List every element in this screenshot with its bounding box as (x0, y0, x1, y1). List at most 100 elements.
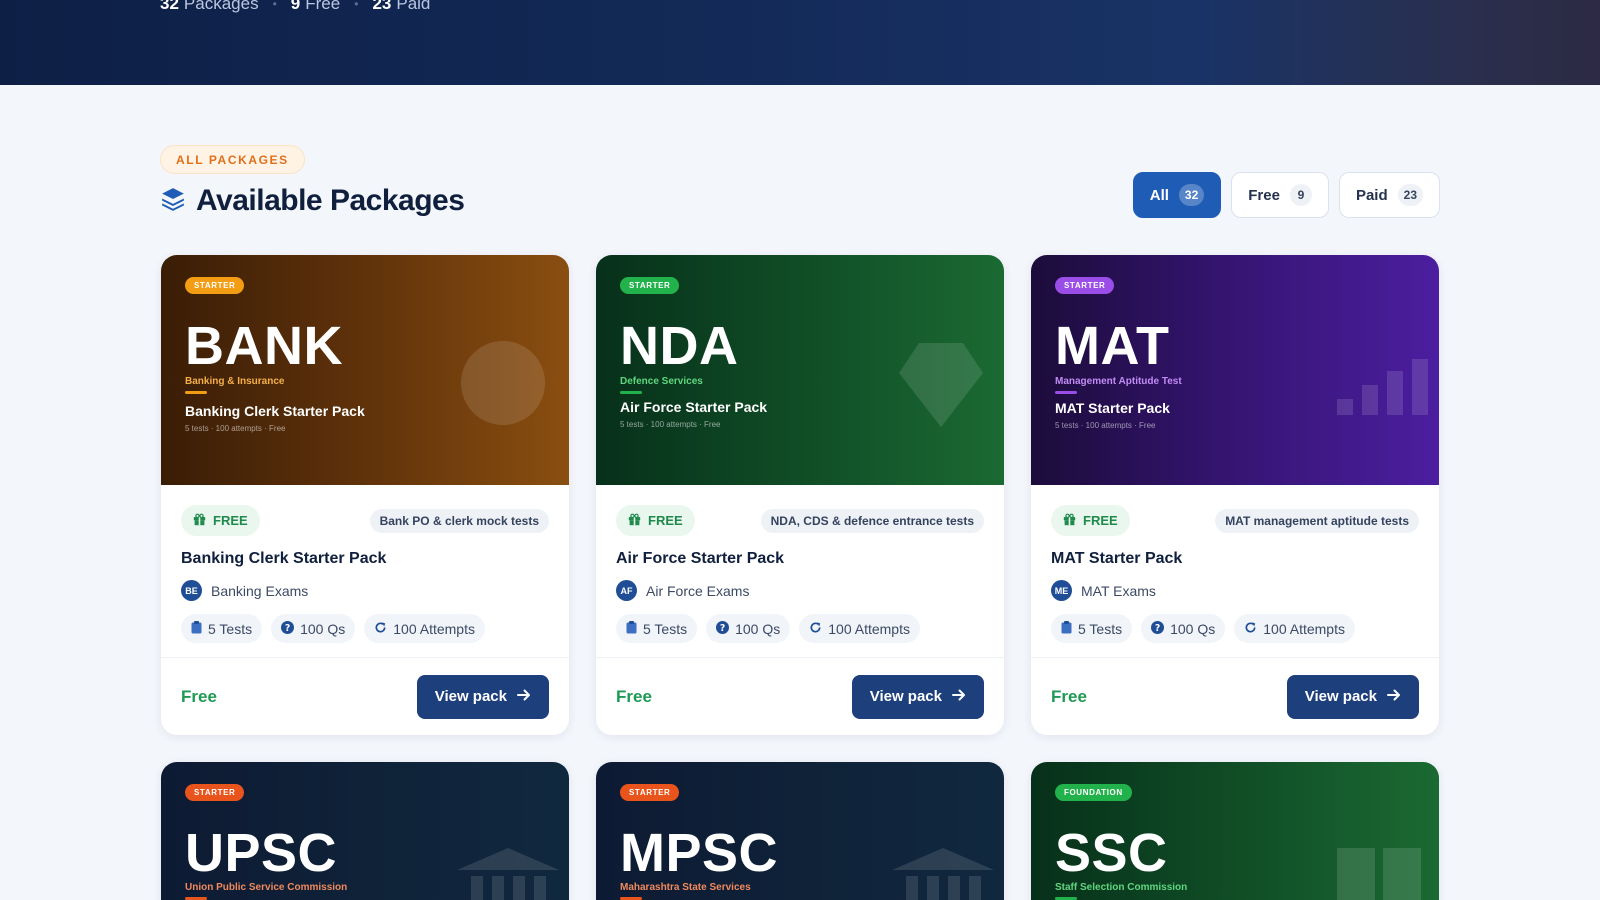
tier-badge: STARTER (185, 784, 245, 801)
question-icon: ? (281, 620, 295, 637)
redo-icon (374, 621, 387, 637)
free-badge: FREE (1051, 505, 1130, 536)
exam-subtitle: Staff Selection Commission (1055, 882, 1188, 893)
package-card-mpsc[interactable]: STARTER MPSC Maharashtra State Services (596, 762, 1004, 900)
clipboard-icon (1061, 620, 1072, 637)
filter-all[interactable]: All 32 (1132, 172, 1222, 218)
filter-free[interactable]: Free 9 (1231, 172, 1329, 218)
tier-badge: STARTER (185, 277, 245, 294)
view-pack-button[interactable]: View pack (851, 674, 984, 719)
exam-provider: BE Banking Exams (181, 580, 549, 601)
free-label: FREE (213, 513, 248, 528)
free-stat: 9 Free (290, 0, 341, 13)
exam-subtitle: Union Public Service Commission (185, 882, 348, 893)
redo-icon (809, 621, 822, 637)
card-banner: STARTER UPSC Union Public Service Commis… (161, 762, 569, 900)
clipboard-icon (626, 620, 637, 637)
card-title: MAT Starter Pack (1051, 550, 1183, 567)
svg-text:?: ? (1155, 622, 1160, 633)
package-card-mat[interactable]: STARTER MAT Management Aptitude Test MAT… (1031, 255, 1439, 735)
exam-code: SSC (1055, 823, 1168, 883)
filter-paid[interactable]: Paid 23 (1338, 172, 1440, 218)
card-stats: 5 Tests ? 100 Qs 100 Attempts (1051, 614, 1419, 643)
questions-stat: ? 100 Qs (706, 614, 791, 643)
gift-icon (1063, 513, 1076, 529)
gift-icon (628, 513, 641, 529)
tier-badge: STARTER (1055, 277, 1115, 294)
attempts-stat: 100 Attempts (364, 614, 485, 643)
button-label: View pack (1304, 688, 1377, 705)
question-icon: ? (1151, 620, 1165, 637)
exam-subtitle: Defence Services (620, 376, 703, 387)
free-label: FREE (1083, 513, 1118, 528)
banner-title: Air Force Starter Pack (620, 399, 768, 415)
card-banner: STARTER MPSC Maharashtra State Services (596, 762, 1004, 900)
free-badge: FREE (181, 505, 260, 536)
questions-stat: ? 100 Qs (1141, 614, 1226, 643)
exam-code: BANK (185, 316, 343, 376)
category-tag: NDA, CDS & defence entrance tests (760, 508, 984, 533)
circle-decoration-icon (461, 341, 545, 425)
card-footer: Free View pack (161, 657, 569, 735)
redo-icon (1244, 621, 1257, 637)
exam-name: MAT Exams (1081, 582, 1156, 599)
price-label: Free (1051, 686, 1087, 706)
paid-stat: 23 Paid (372, 0, 431, 13)
avatar: ME (1051, 580, 1072, 601)
question-icon: ? (716, 620, 730, 637)
arrow-right-icon (517, 688, 531, 706)
banner-meta: 5 tests · 100 attempts · Free (620, 420, 721, 429)
filter-label: Free (1248, 186, 1280, 204)
card-stats: 5 Tests ? 100 Qs 100 Attempts (616, 614, 984, 643)
diamond-decoration-icon (899, 343, 983, 432)
hero-stats: 32 Packages • 9 Free • 23 Paid (160, 0, 430, 14)
package-card-ssc[interactable]: FOUNDATION SSC Staff Selection Commissio… (1031, 762, 1439, 900)
package-grid: STARTER BANK Banking & Insurance Banking… (161, 255, 1439, 900)
filter-label: Paid (1355, 186, 1388, 204)
exam-provider: AF Air Force Exams (616, 580, 984, 601)
exam-code: UPSC (185, 823, 338, 883)
card-stats: 5 Tests ? 100 Qs 100 Attempts (181, 614, 549, 643)
separator-dot: • (272, 0, 277, 11)
exam-name: Air Force Exams (646, 582, 750, 599)
attempts-stat: 100 Attempts (799, 614, 920, 643)
card-body: FREE Bank PO & clerk mock tests Banking … (161, 485, 569, 643)
exam-code: MAT (1055, 316, 1170, 376)
accent-underline (185, 391, 207, 394)
package-card-nda[interactable]: STARTER NDA Defence Services Air Force S… (596, 255, 1004, 735)
banner-meta: 5 tests · 100 attempts · Free (185, 424, 286, 433)
accent-underline (1055, 391, 1077, 394)
filter-count: 9 (1289, 184, 1312, 206)
svg-text:?: ? (285, 622, 290, 633)
avatar: BE (181, 580, 202, 601)
category-tag: Bank PO & clerk mock tests (369, 508, 549, 533)
card-title: Banking Clerk Starter Pack (181, 550, 387, 567)
svg-text:?: ? (720, 622, 725, 633)
button-label: View pack (434, 688, 507, 705)
view-pack-button[interactable]: View pack (416, 674, 549, 719)
tier-badge: STARTER (620, 784, 680, 801)
card-body: FREE NDA, CDS & defence entrance tests A… (596, 485, 1004, 643)
gift-icon (193, 513, 206, 529)
free-badge: FREE (616, 505, 695, 536)
card-banner: STARTER NDA Defence Services Air Force S… (596, 255, 1004, 485)
packages-stat: 32 Packages (160, 0, 259, 13)
filter-label: All (1149, 186, 1169, 204)
layers-icon (160, 186, 186, 217)
card-footer: Free View pack (596, 657, 1004, 735)
pillar-building-icon (892, 848, 994, 900)
arrow-right-icon (952, 688, 966, 706)
view-pack-button[interactable]: View pack (1286, 674, 1419, 719)
clipboard-icon (191, 620, 202, 637)
card-title: Air Force Starter Pack (616, 550, 785, 567)
tests-stat: 5 Tests (1051, 614, 1133, 643)
questions-stat: ? 100 Qs (271, 614, 356, 643)
package-card-upsc[interactable]: STARTER UPSC Union Public Service Commis… (161, 762, 569, 900)
package-card-bank[interactable]: STARTER BANK Banking & Insurance Banking… (161, 255, 569, 735)
pillar-building-icon (457, 848, 559, 900)
avatar: AF (616, 580, 637, 601)
section-title: Available Packages (160, 184, 465, 218)
banner-meta: 5 tests · 100 attempts · Free (1055, 421, 1156, 430)
tier-badge: FOUNDATION (1055, 784, 1132, 801)
exam-code: NDA (620, 316, 739, 376)
